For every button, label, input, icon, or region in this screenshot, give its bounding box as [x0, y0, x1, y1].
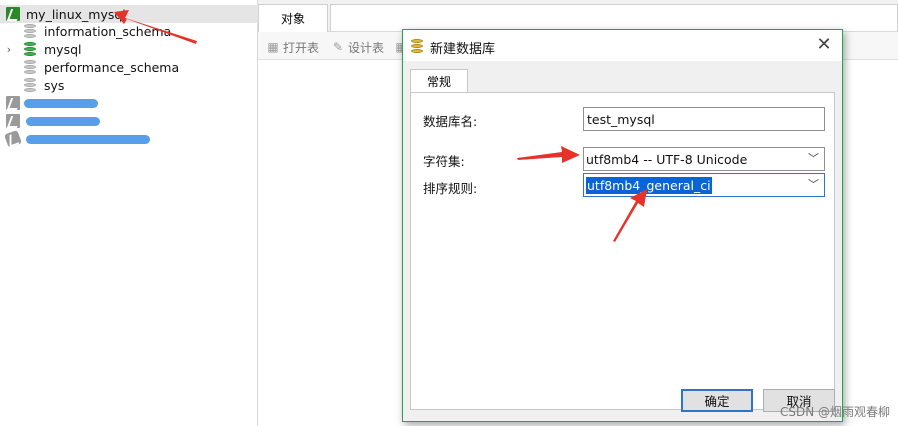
close-icon[interactable]: ✕: [814, 35, 834, 55]
design-table-label: 设计表: [348, 40, 385, 55]
connection-icon: [6, 114, 20, 128]
database-gray-icon: [24, 60, 36, 74]
collation-select[interactable]: utf8mb4_general_ci ﹀: [583, 173, 825, 197]
charset-value: utf8mb4 -- UTF-8 Unicode: [586, 151, 748, 167]
charset-label: 字符集:: [423, 154, 465, 169]
tree-item-database[interactable]: › mysql: [0, 40, 258, 58]
dialog-title: 新建数据库: [430, 42, 496, 57]
connection-label: my_linux_mysql: [26, 6, 126, 22]
tree-item-connection[interactable]: my_linux_mysql: [0, 5, 258, 23]
redaction-scribble: [24, 99, 98, 108]
database-green-icon: [24, 42, 36, 56]
ok-button[interactable]: 确定: [681, 389, 753, 412]
database-label: performance_schema: [44, 59, 180, 75]
design-pencil-icon: ✎: [332, 40, 344, 54]
database-gray-icon: [24, 24, 36, 38]
tab-objects[interactable]: 对象: [258, 4, 328, 32]
database-label: mysql: [44, 41, 82, 57]
table-icon: ▦: [267, 40, 279, 54]
mysql-connection-icon: [6, 7, 20, 21]
chevron-down-icon: ﹀: [808, 152, 819, 165]
database-label: sys: [44, 77, 65, 93]
open-table-label: 打开表: [283, 40, 320, 55]
tree-item-connection-redacted[interactable]: [0, 94, 258, 112]
database-name-label: 数据库名:: [423, 114, 478, 129]
connection-icon: [4, 130, 22, 148]
redaction-scribble: [26, 117, 100, 126]
chevron-right-icon[interactable]: ›: [4, 40, 14, 58]
tree-item-database[interactable]: performance_schema: [0, 58, 258, 76]
navigation-sidebar: my_linux_mysql information_schema › mysq…: [0, 0, 258, 426]
database-name-input[interactable]: [583, 107, 825, 131]
database-gray-icon: [24, 78, 36, 92]
charset-select[interactable]: utf8mb4 -- UTF-8 Unicode ﹀: [583, 147, 825, 171]
tab-strip: [330, 4, 898, 31]
tree-item-connection-redacted[interactable]: [0, 112, 258, 130]
tree-item-connection-redacted[interactable]: [0, 130, 258, 148]
tab-bar: 对象: [258, 0, 898, 32]
redaction-scribble: [26, 135, 150, 144]
new-database-dialog: 新建数据库 ✕ 常规 数据库名: 字符集: utf8mb4 -- UTF-8 U…: [402, 29, 843, 422]
general-tab-panel: 数据库名: 字符集: utf8mb4 -- UTF-8 Unicode ﹀ 排序…: [410, 92, 835, 410]
open-table-button[interactable]: ▦ 打开表: [266, 39, 319, 55]
database-label: information_schema: [44, 23, 172, 39]
collation-label: 排序规则:: [423, 181, 478, 196]
design-table-button[interactable]: ✎ 设计表: [331, 39, 384, 55]
watermark: CSDN @烟雨观春柳: [779, 405, 890, 419]
tree-item-database[interactable]: sys: [0, 76, 258, 94]
tab-general[interactable]: 常规: [410, 69, 468, 93]
database-yellow-icon: [411, 39, 423, 53]
connection-icon: [6, 96, 20, 110]
dialog-titlebar[interactable]: 新建数据库 ✕: [403, 30, 842, 61]
chevron-down-icon: ﹀: [808, 178, 819, 191]
tree-item-database[interactable]: information_schema: [0, 22, 258, 40]
collation-value: utf8mb4_general_ci: [586, 176, 712, 194]
